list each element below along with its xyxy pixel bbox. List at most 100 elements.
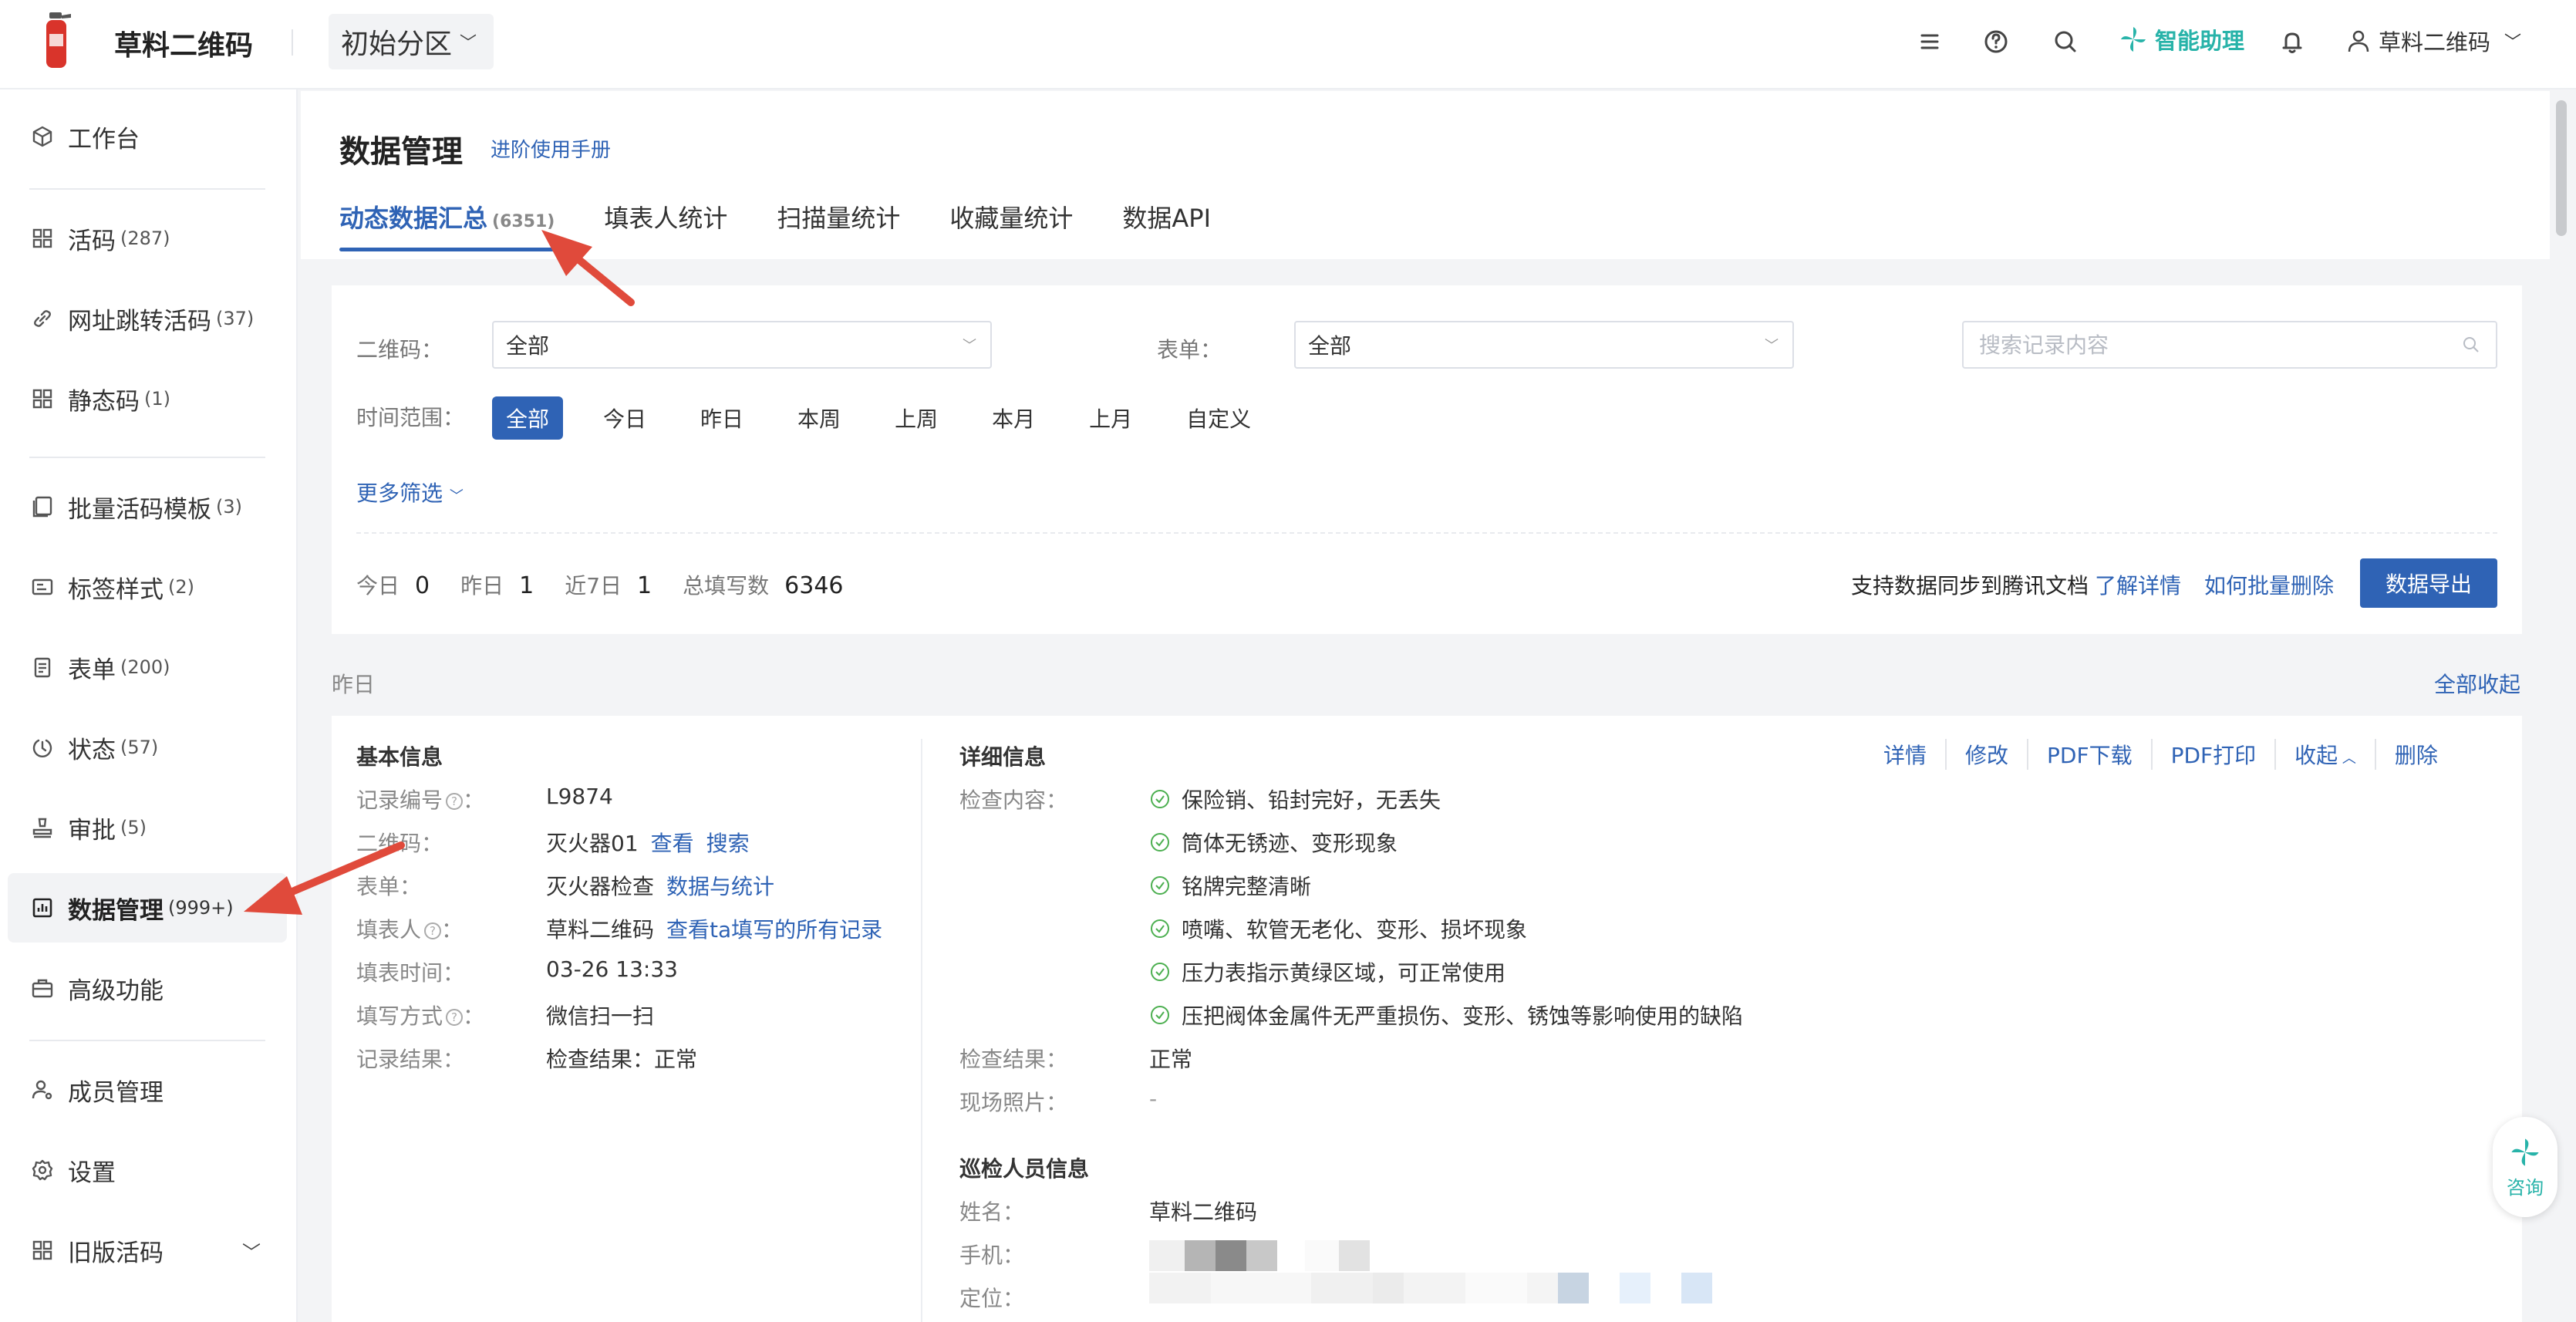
bell-icon[interactable] <box>2275 25 2309 59</box>
check-result-value: 正常 <box>1149 1047 1193 1072</box>
scrollbar-thumb[interactable] <box>2556 100 2567 236</box>
batch-delete-link[interactable]: 如何批量删除 <box>2204 569 2334 600</box>
tab-dynamic-summary[interactable]: 动态数据汇总 (6351) <box>339 199 555 251</box>
sync-details-link[interactable]: 了解详情 <box>2095 569 2181 600</box>
user-name: 草料二维码 <box>2379 29 2491 56</box>
menu-icon[interactable] <box>1913 25 1947 59</box>
export-button[interactable]: 数据导出 <box>2360 558 2497 608</box>
sidebar-item-count: (287) <box>120 228 170 249</box>
status-icon <box>32 739 52 757</box>
detail-info-title: 详细信息 <box>959 744 1047 770</box>
filler-value-row: 草料二维码 查看ta填写的所有记录 <box>546 913 882 944</box>
sidebar-item-count: (3) <box>216 496 242 518</box>
inspector-name-value: 草料二维码 <box>1149 1199 1258 1225</box>
tab-label: 数据API <box>1122 204 1212 233</box>
qrcode-filter-label: 二维码： <box>356 337 443 363</box>
fire-extinguisher-logo-icon[interactable] <box>40 11 76 69</box>
check-circle-icon <box>1151 876 1169 895</box>
pinwheel-icon <box>2511 1138 2539 1166</box>
qrcode-select[interactable]: 全部 ﹀ <box>492 321 992 369</box>
sidebar-item-label: 审批 <box>68 816 116 845</box>
search-icon[interactable] <box>2048 25 2082 59</box>
tab-filler-stats[interactable]: 填表人统计 <box>604 199 727 251</box>
detail-button[interactable]: 详情 <box>1865 739 1945 770</box>
chevron-down-icon: ﹀ <box>963 338 976 354</box>
time-option-today[interactable]: 今日 <box>589 396 660 440</box>
delete-button[interactable]: 删除 <box>2374 739 2456 770</box>
page-scrollbar[interactable] <box>2554 93 2568 1322</box>
time-option-last-week[interactable]: 上周 <box>881 396 952 440</box>
time-option-last-month[interactable]: 上月 <box>1075 396 1146 440</box>
sidebar-item-count: (200) <box>120 656 170 678</box>
sidebar-item-status[interactable]: 状态 (57) <box>8 713 287 782</box>
sidebar-item-data-management[interactable]: 数据管理 (999+) <box>8 873 287 943</box>
sidebar-item-form[interactable]: 表单 (200) <box>8 632 287 702</box>
qrcode-view-link[interactable]: 查看 <box>651 827 694 858</box>
collapse-button[interactable]: 收起 ︿ <box>2274 739 2375 770</box>
sidebar-item-live-code[interactable]: 活码 (287) <box>8 204 287 273</box>
sidebar-item-batch-template[interactable]: 批量活码模板 (3) <box>8 472 287 541</box>
sidebar-item-legacy-code[interactable]: 旧版活码 ﹀ <box>8 1216 287 1285</box>
stat-today-label: 今日 <box>356 573 400 599</box>
record-result-value: 检查结果：正常 <box>546 1047 698 1072</box>
tab-label: 填表人统计 <box>604 204 728 233</box>
record-search-input[interactable] <box>1979 332 2442 358</box>
sidebar-item-workbench[interactable]: 工作台 <box>8 102 287 171</box>
record-card: 基本信息 记录编号?： L9874 二维码： 灭火器01 查看 搜索 表单： 灭… <box>332 716 2522 1322</box>
check-result-label: 检查结果： <box>959 1047 1068 1072</box>
pdf-download-button[interactable]: PDF下载 <box>2027 739 2151 770</box>
form-stats-link[interactable]: 数据与统计 <box>666 870 774 901</box>
page-title: 数据管理 <box>339 134 463 170</box>
help-icon[interactable]: ? <box>446 793 464 810</box>
fill-method-label: 填写方式?： <box>356 1003 485 1029</box>
smart-assistant-button[interactable]: 智能助理 <box>2118 23 2244 56</box>
time-option-all[interactable]: 全部 <box>492 396 564 440</box>
tab-count: (6351) <box>492 212 555 231</box>
stat-yesterday-value: 1 <box>519 572 534 599</box>
tab-label: 收藏量统计 <box>949 204 1074 233</box>
search-icon[interactable] <box>2460 334 2482 356</box>
edit-button[interactable]: 修改 <box>1945 739 2027 770</box>
sidebar-item-label-style[interactable]: 标签样式 (2) <box>8 552 287 622</box>
partition-label: 初始分区 <box>341 29 453 60</box>
record-search-box[interactable] <box>1962 321 2497 369</box>
time-option-yesterday[interactable]: 昨日 <box>686 396 757 440</box>
tab-scan-stats[interactable]: 扫描量统计 <box>777 199 900 251</box>
pinwheel-icon <box>2121 27 2146 52</box>
sidebar-item-label: 表单 <box>68 656 116 684</box>
sidebar-item-advanced[interactable]: 高级功能 <box>8 953 287 1023</box>
sidebar-item-approval[interactable]: 审批 (5) <box>8 793 287 862</box>
time-option-custom[interactable]: 自定义 <box>1172 396 1265 440</box>
sidebar-item-label: 工作台 <box>68 125 140 153</box>
help-icon[interactable]: ? <box>424 922 442 939</box>
help-icon[interactable] <box>1979 25 2013 59</box>
assistant-label: 智能助理 <box>2155 28 2245 54</box>
filter-panel: 二维码： 全部 ﹀ 表单： 全部 ﹀ 时间范围： 全部 今日 昨日 本周 上周 … <box>332 285 2522 634</box>
time-range-label: 时间范围： <box>356 405 465 430</box>
check-item-text: 铭牌完整清晰 <box>1182 874 1312 899</box>
qrcode-search-link[interactable]: 搜索 <box>706 827 750 858</box>
filler-records-link[interactable]: 查看ta填写的所有记录 <box>666 913 882 944</box>
time-option-this-week[interactable]: 本周 <box>784 396 855 440</box>
check-circle-icon <box>1151 833 1169 852</box>
consult-button[interactable]: 咨询 <box>2493 1117 2557 1217</box>
form-select[interactable]: 全部 ﹀ <box>1294 321 1794 369</box>
time-option-this-month[interactable]: 本月 <box>978 396 1049 440</box>
form-filter-label: 表单： <box>1157 337 1222 363</box>
tab-favorite-stats[interactable]: 收藏量统计 <box>949 199 1073 251</box>
collapse-all-link[interactable]: 全部收起 <box>2434 668 2520 699</box>
sidebar-item-static-code[interactable]: 静态码 (1) <box>8 364 287 433</box>
tab-data-api[interactable]: 数据API <box>1122 199 1211 251</box>
sidebar-item-settings[interactable]: 设置 <box>8 1135 287 1205</box>
help-icon[interactable]: ? <box>446 1009 464 1026</box>
manual-link[interactable]: 进阶使用手册 <box>491 134 611 163</box>
phone-blurred-value <box>1149 1240 1370 1271</box>
user-menu[interactable]: 草料二维码 ﹀ <box>2345 25 2521 57</box>
sidebar-item-url-redirect[interactable]: 网址跳转活码 (37) <box>8 284 287 353</box>
divider <box>356 532 2497 534</box>
sidebar-item-members[interactable]: 成员管理 <box>8 1055 287 1125</box>
sidebar-item-count: (2) <box>168 576 194 598</box>
more-filters-toggle[interactable]: 更多筛选 ﹀ <box>356 477 464 508</box>
pdf-print-button[interactable]: PDF打印 <box>2150 739 2275 770</box>
partition-selector[interactable]: 初始分区 ﹀ <box>329 14 494 69</box>
